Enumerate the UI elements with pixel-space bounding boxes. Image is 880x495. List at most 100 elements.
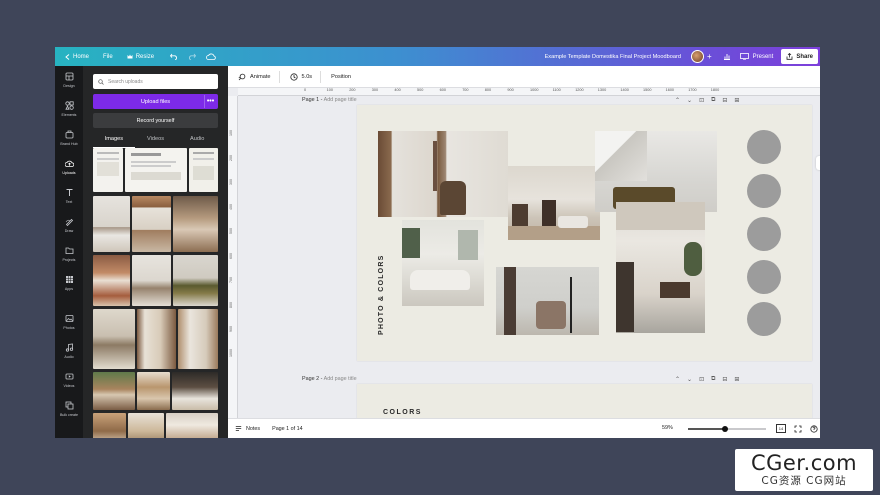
notes-icon [235, 426, 242, 431]
add-page-icon[interactable]: ⊞ [734, 376, 739, 383]
search-box[interactable] [93, 74, 218, 89]
color-swatch[interactable] [747, 260, 781, 294]
zoom-slider-handle[interactable] [722, 425, 729, 432]
color-swatch[interactable] [747, 130, 781, 164]
watermark-sub: CG资源 CG网站 [761, 475, 847, 487]
color-swatch[interactable] [747, 217, 781, 251]
trash-icon[interactable]: ⊟ [722, 97, 727, 104]
moodboard-photo[interactable] [402, 220, 484, 306]
upload-thumbnail[interactable] [128, 413, 164, 438]
rail-item-apps[interactable]: Apps [55, 275, 83, 291]
rail-item-audio[interactable]: Audio [55, 343, 83, 359]
upload-thumbnail[interactable] [93, 255, 130, 306]
redo-button[interactable] [188, 47, 197, 66]
share-button[interactable]: Share [781, 49, 818, 64]
fullscreen-icon[interactable] [794, 425, 802, 433]
tab-images[interactable]: Images [93, 136, 135, 148]
record-yourself-button[interactable]: Record yourself [93, 113, 218, 128]
chevron-down-icon[interactable]: ⌄ [687, 97, 692, 104]
canvas-area[interactable]: 0 100 200 300 400 500 600 700 800 900 1000 1100 1200… [228, 88, 820, 418]
zoom-slider[interactable] [688, 425, 766, 432]
page-1-header[interactable]: Page 1 - Add page title [302, 97, 357, 103]
page-2[interactable]: COLORS [357, 384, 812, 418]
rail-item-brand-hub[interactable]: Brand Hub [55, 130, 83, 146]
elements-icon [64, 101, 74, 110]
watermark-main: CGer.com [750, 451, 858, 475]
position-button[interactable]: Position [329, 66, 353, 88]
lock-icon[interactable]: ⊡ [699, 376, 704, 383]
page-counter[interactable]: Page 1 of 14 [272, 426, 303, 432]
zoom-slider-fill [688, 428, 726, 430]
upload-thumbnail[interactable] [93, 148, 123, 192]
upload-thumbnail[interactable] [173, 255, 218, 306]
duration-button[interactable]: 5.0s [288, 66, 315, 88]
file-menu[interactable]: File [103, 47, 113, 66]
notes-button[interactable]: Notes [235, 425, 260, 432]
rail-item-projects[interactable]: Projects [55, 246, 83, 262]
chevron-up-icon[interactable]: ⌃ [675, 376, 680, 383]
ruler-tick-label: 500 [229, 228, 233, 234]
upload-thumbnail[interactable] [93, 196, 130, 252]
moodboard-photo[interactable] [508, 166, 600, 240]
upload-thumbnail[interactable] [93, 372, 135, 410]
upload-thumbnail[interactable] [189, 148, 218, 192]
tab-videos[interactable]: Videos [135, 136, 177, 148]
upload-more-button[interactable]: ••• [204, 95, 216, 108]
moodboard-photo[interactable] [595, 131, 717, 212]
trash-icon[interactable]: ⊟ [722, 376, 727, 383]
cloud-save-button[interactable] [206, 47, 216, 66]
rail-item-photos[interactable]: Photos [55, 314, 83, 330]
search-input[interactable] [108, 78, 208, 85]
vertical-page-heading[interactable]: PHOTO & COLORS [378, 255, 385, 335]
color-swatch[interactable] [747, 302, 781, 336]
undo-button[interactable] [170, 47, 178, 66]
resize-button[interactable]: Resize [127, 47, 154, 66]
duplicate-icon[interactable]: ⧉ [711, 97, 715, 104]
page-1[interactable]: PHOTO & COLORS [357, 105, 812, 361]
upload-thumbnail[interactable] [93, 413, 126, 438]
upload-thumbnail[interactable] [172, 372, 218, 410]
avatar[interactable] [690, 50, 704, 63]
rail-item-videos[interactable]: Videos [55, 372, 83, 388]
moodboard-photo[interactable] [378, 131, 508, 217]
page-2-header[interactable]: Page 2 - Add page title [302, 376, 357, 382]
upload-thumbnail[interactable] [132, 255, 171, 306]
upload-thumbnail[interactable] [178, 309, 218, 369]
add-collaborator-button[interactable]: + [707, 52, 712, 61]
grid-view-button[interactable]: 14 [776, 424, 786, 433]
rail-item-bulk-create[interactable]: Bulk create [55, 401, 83, 417]
upload-files-button[interactable]: Upload files ••• [93, 94, 218, 109]
design-icon [65, 72, 73, 81]
present-button[interactable]: Present [739, 53, 773, 60]
rail-item-text[interactable]: Text [55, 188, 83, 204]
duplicate-icon[interactable]: ⧉ [711, 376, 715, 383]
lock-icon[interactable]: ⊡ [699, 97, 704, 104]
animate-button[interactable]: Animate [236, 66, 273, 88]
document-title[interactable]: Example Template Domestika Final Project… [545, 54, 681, 60]
rail-item-draw[interactable]: Draw [55, 217, 83, 233]
zoom-level[interactable]: 59% [662, 425, 673, 431]
animate-icon [238, 73, 246, 80]
chevron-down-icon[interactable]: ⌄ [687, 376, 692, 383]
upload-thumbnail[interactable] [166, 413, 218, 438]
upload-thumbnail[interactable] [125, 148, 187, 192]
page-2-heading[interactable]: COLORS [383, 409, 422, 416]
add-page-icon[interactable]: ⊞ [734, 97, 739, 104]
color-swatch[interactable] [747, 174, 781, 208]
rail-item-elements[interactable]: Elements [55, 101, 83, 117]
tab-audio[interactable]: Audio [176, 136, 218, 148]
moodboard-photo[interactable] [616, 202, 705, 333]
home-button[interactable]: Home [65, 47, 89, 66]
rail-item-design[interactable]: Design [55, 72, 83, 88]
upload-thumbnail[interactable] [137, 309, 176, 369]
help-icon[interactable] [810, 424, 818, 433]
upload-thumbnail[interactable] [173, 196, 218, 252]
upload-thumbnail[interactable] [137, 372, 170, 410]
insights-button[interactable] [720, 50, 735, 63]
upload-thumbnail[interactable] [93, 309, 135, 369]
upload-thumbnail[interactable] [132, 196, 171, 252]
moodboard-photo[interactable] [496, 267, 599, 335]
rail-item-uploads[interactable]: Uploads [55, 159, 83, 175]
chevron-up-icon[interactable]: ⌃ [675, 97, 680, 104]
refresh-button[interactable] [816, 156, 820, 170]
